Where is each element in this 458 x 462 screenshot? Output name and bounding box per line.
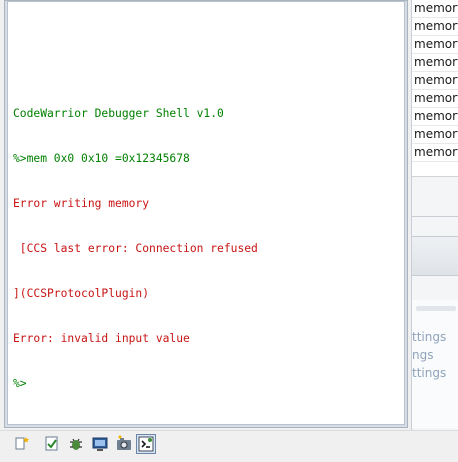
list-item[interactable]: memory: [412, 18, 458, 36]
check-icon: [42, 434, 62, 454]
settings-item[interactable]: ttings: [412, 330, 458, 344]
debugger-shell-icon: [137, 435, 155, 453]
right-side-panel: memory memory memory memory memory memor…: [411, 0, 458, 432]
console-line: Error writing memory: [13, 197, 150, 210]
bug-icon: [66, 434, 86, 454]
console-output: CodeWarrior Debugger Shell v1.0 %>mem 0x…: [13, 76, 400, 421]
properties-area: ttings ngs ttings: [412, 300, 458, 428]
console-line: CodeWarrior Debugger Shell v1.0: [13, 107, 224, 120]
console-line: Error: invalid input value: [13, 332, 190, 345]
console-line: [CCS last error: Connection refused: [13, 242, 258, 255]
snapshot-button[interactable]: [114, 434, 134, 454]
list-item[interactable]: memory: [412, 72, 458, 90]
list-item[interactable]: memory: [412, 108, 458, 126]
list-item[interactable]: memory: [412, 36, 458, 54]
settings-item[interactable]: ttings: [412, 366, 458, 380]
console-line: %>mem 0x0 0x10 =0x12345678: [13, 152, 190, 165]
list-item[interactable]: memory: [412, 144, 458, 162]
check-button[interactable]: [42, 434, 62, 454]
bottom-toolbar: [0, 430, 458, 462]
shell-console[interactable]: CodeWarrior Debugger Shell v1.0 %>mem 0x…: [7, 1, 405, 425]
console-button[interactable]: [90, 434, 110, 454]
debug-button[interactable]: [66, 434, 86, 454]
view-tab-strip[interactable]: [412, 236, 458, 276]
camera-icon: [114, 434, 134, 454]
list-item[interactable]: memory: [412, 126, 458, 144]
memory-list: memory memory memory memory memory memor…: [412, 0, 458, 177]
debugger-shell-button[interactable]: [136, 434, 156, 454]
new-view-button[interactable]: [12, 434, 32, 454]
divider: [412, 216, 458, 217]
debugger-shell-panel: CodeWarrior Debugger Shell v1.0 %>mem 0x…: [4, 0, 408, 428]
divider: [416, 306, 456, 311]
list-item[interactable]: memory: [412, 54, 458, 72]
list-item[interactable]: memory: [412, 0, 458, 18]
console-prompt[interactable]: %>: [13, 376, 400, 391]
new-view-icon: [12, 434, 32, 454]
monitor-icon: [90, 434, 110, 454]
console-line: ](CCSProtocolPlugin): [13, 287, 150, 300]
settings-item[interactable]: ngs: [412, 348, 458, 362]
list-item[interactable]: memory: [412, 90, 458, 108]
